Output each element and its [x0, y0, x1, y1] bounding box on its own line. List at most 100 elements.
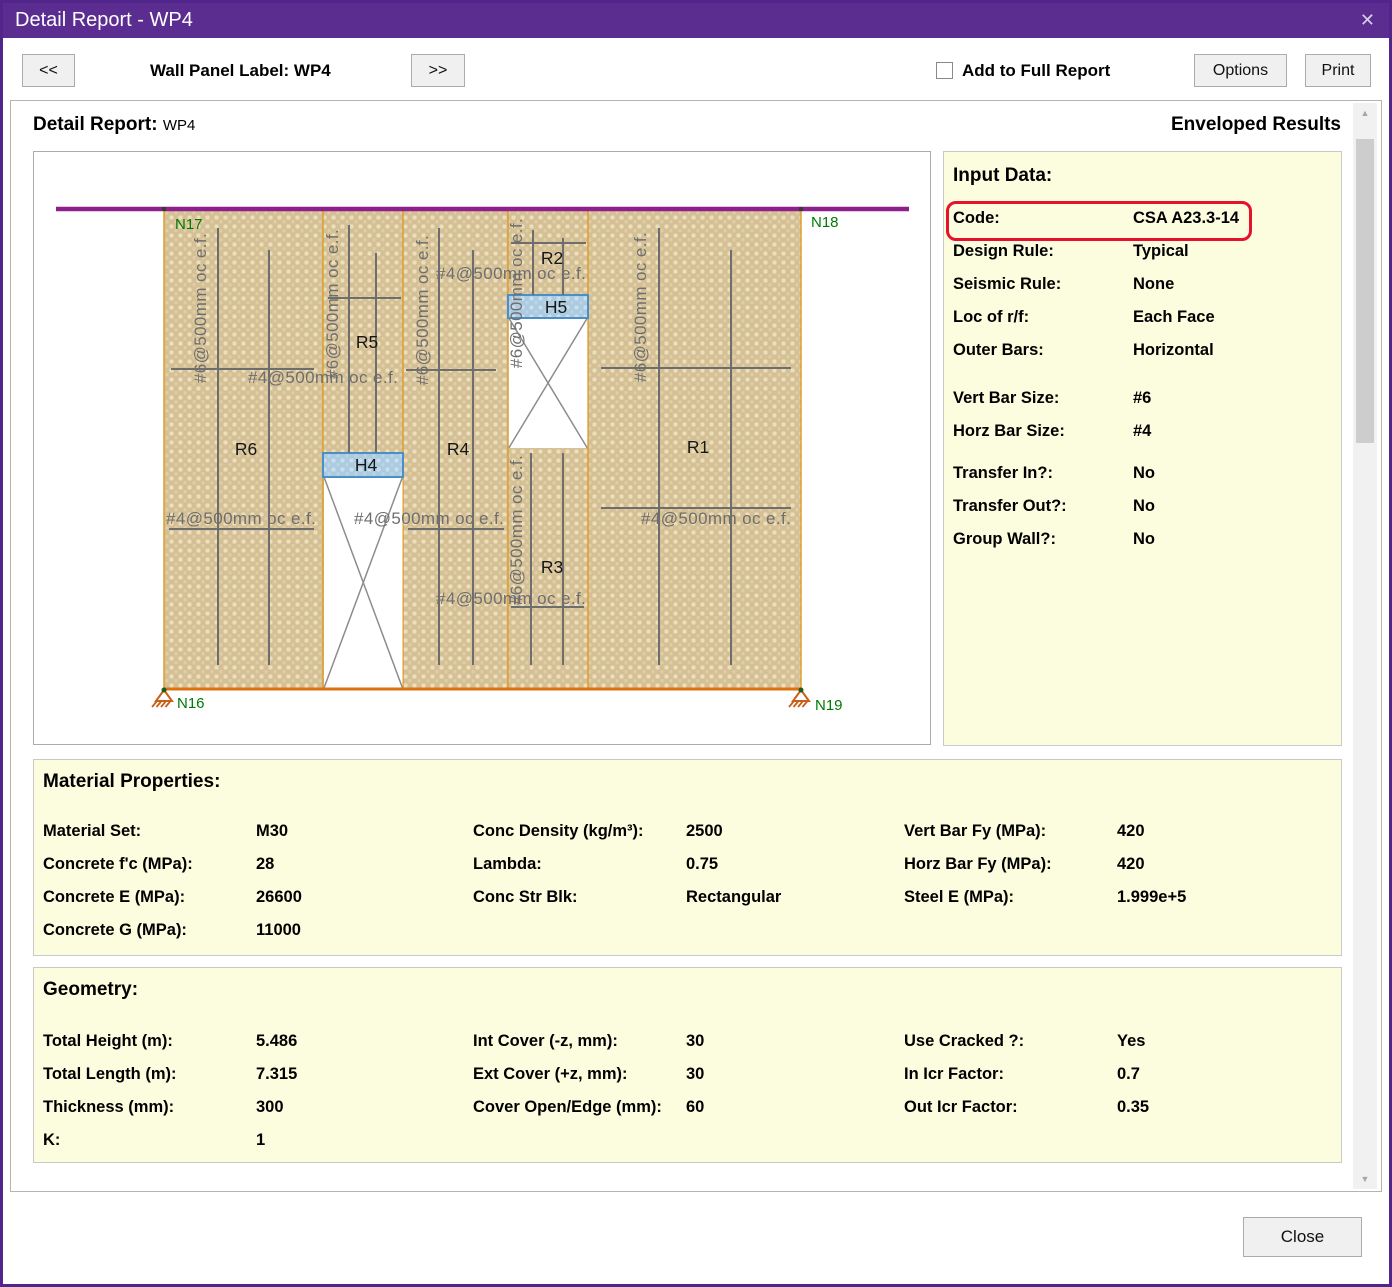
row-value: Each Face [1133, 308, 1215, 326]
node-label-n18: N18 [811, 214, 839, 231]
row-label: Horz Bar Fy (MPa): [904, 855, 1117, 874]
material-row: Concrete E (MPa):26600 [43, 888, 463, 908]
scrollbar-down-icon[interactable]: ▼ [1353, 1169, 1377, 1189]
row-value: 420 [1117, 822, 1145, 840]
row-label: Concrete f'c (MPa): [43, 855, 256, 874]
options-button[interactable]: Options [1194, 54, 1287, 87]
vertical-scrollbar[interactable]: ▲ ▼ [1353, 103, 1377, 1189]
scrollbar-thumb[interactable] [1356, 139, 1374, 443]
input-row-seismic-rule: Seismic Rule:None [953, 275, 1239, 295]
geometry-row: Thickness (mm):300 [43, 1098, 463, 1118]
enveloped-results-label: Enveloped Results [1171, 114, 1341, 136]
row-label: Use Cracked ?: [904, 1032, 1117, 1051]
node-n18-dot [799, 207, 803, 211]
node-label-n19: N19 [815, 697, 843, 714]
add-to-full-report-label: Add to Full Report [962, 61, 1110, 81]
row-label: Cover Open/Edge (mm): [473, 1098, 686, 1117]
rebar-label: #4@500mm oc e.f. [436, 589, 586, 608]
material-row: Conc Str Blk:Rectangular [473, 888, 893, 908]
input-data-heading: Input Data: [953, 165, 1052, 187]
row-label: Ext Cover (+z, mm): [473, 1065, 686, 1084]
row-label: Lambda: [473, 855, 686, 874]
close-button[interactable]: Close [1243, 1217, 1362, 1257]
material-row: Concrete f'c (MPa):28 [43, 855, 463, 875]
input-row-outer-bars: Outer Bars:Horizontal [953, 341, 1239, 361]
geometry-row: In Icr Factor:0.7 [904, 1065, 1334, 1085]
row-label: Outer Bars: [953, 341, 1133, 360]
region-label-r2: R2 [541, 248, 563, 268]
geometry-heading: Geometry: [43, 979, 138, 1001]
row-label: Concrete G (MPa): [43, 921, 256, 940]
input-row-design-rule: Design Rule:Typical [953, 242, 1239, 262]
input-row-loc-of-rf: Loc of r/f:Each Face [953, 308, 1239, 328]
geometry-row: Total Length (m):7.315 [43, 1065, 463, 1085]
geometry-row: Total Height (m):5.486 [43, 1032, 463, 1052]
geometry-row: Cover Open/Edge (mm):60 [473, 1098, 893, 1118]
row-label: Design Rule: [953, 242, 1133, 261]
row-label: Conc Density (kg/m³): [473, 822, 686, 841]
row-label: Int Cover (-z, mm): [473, 1032, 686, 1051]
prev-panel-button[interactable]: << [22, 54, 75, 87]
row-label: Out Icr Factor: [904, 1098, 1117, 1117]
material-row: Horz Bar Fy (MPa):420 [904, 855, 1334, 875]
row-value: No [1133, 530, 1155, 548]
geometry-row: Int Cover (-z, mm):30 [473, 1032, 893, 1052]
row-value: No [1133, 497, 1155, 515]
row-value: 60 [686, 1098, 704, 1116]
row-value: 26600 [256, 888, 302, 906]
row-value: 0.7 [1117, 1065, 1140, 1083]
row-value: Rectangular [686, 888, 781, 906]
row-value: 1.999e+5 [1117, 888, 1186, 906]
row-value: 30 [686, 1032, 704, 1050]
rebar-label: #4@500mm oc e.f. [166, 509, 316, 528]
add-to-full-report-checkbox[interactable] [936, 62, 953, 79]
material-properties-panel: Material Properties: Material Set:M30 Co… [33, 759, 1342, 956]
wall-panel-diagram-svg: #6@500mm oc e.f. #6@500mm oc e.f. #6@500… [34, 152, 930, 744]
row-value: None [1133, 275, 1174, 293]
row-label: Code: [953, 209, 1133, 228]
material-row: Concrete G (MPa):11000 [43, 921, 463, 941]
input-row-transfer-in: Transfer In?:No [953, 464, 1239, 484]
row-value: Horizontal [1133, 341, 1214, 359]
wall-panel-label: Wall Panel Label: WP4 [150, 61, 331, 81]
material-row: Vert Bar Fy (MPa):420 [904, 822, 1334, 842]
report-title-value: WP4 [163, 117, 196, 134]
row-label: Concrete E (MPa): [43, 888, 256, 907]
row-value: Typical [1133, 242, 1189, 260]
row-value: 11000 [256, 921, 301, 939]
row-label: In Icr Factor: [904, 1065, 1117, 1084]
row-value: 420 [1117, 855, 1145, 873]
window-title: Detail Report - WP4 [15, 3, 193, 38]
report-content-area: Detail Report: WP4 Enveloped Results [10, 100, 1382, 1192]
row-value: #6 [1133, 389, 1151, 407]
row-value: 7.315 [256, 1065, 297, 1083]
rebar-label: #4@500mm oc e.f. [641, 509, 791, 528]
rebar-label: #6@500mm oc e.f. [507, 218, 526, 368]
print-button[interactable]: Print [1305, 54, 1371, 87]
region-label-r5: R5 [356, 332, 378, 352]
row-value: 1 [256, 1131, 265, 1149]
scrollbar-up-icon[interactable]: ▲ [1353, 103, 1377, 123]
row-value: CSA A23.3-14 [1133, 209, 1239, 227]
row-value: 5.486 [256, 1032, 297, 1050]
region-label-r3: R3 [541, 557, 563, 577]
row-label: Steel E (MPa): [904, 888, 1117, 907]
input-row-code: Code:CSA A23.3-14 [953, 209, 1239, 229]
material-properties-heading: Material Properties: [43, 771, 220, 793]
row-value: 300 [256, 1098, 284, 1116]
material-row: Material Set:M30 [43, 822, 463, 842]
row-value: 2500 [686, 822, 723, 840]
region-label-r4: R4 [447, 439, 470, 459]
input-row-group-wall: Group Wall?:No [953, 530, 1239, 550]
rebar-label: #4@500mm oc e.f. [354, 509, 504, 528]
node-label-n17: N17 [175, 216, 203, 233]
input-data-panel: Input Data: Code:CSA A23.3-14 Design Rul… [943, 151, 1342, 746]
material-row: Conc Density (kg/m³):2500 [473, 822, 893, 842]
region-label-r1: R1 [687, 437, 709, 457]
row-label: Group Wall?: [953, 530, 1133, 549]
rebar-label: #6@500mm oc e.f. [507, 455, 526, 605]
region-label-r6: R6 [235, 439, 257, 459]
window-close-icon[interactable]: ✕ [1360, 3, 1375, 38]
row-label: Transfer Out?: [953, 497, 1133, 516]
next-panel-button[interactable]: >> [411, 54, 465, 87]
